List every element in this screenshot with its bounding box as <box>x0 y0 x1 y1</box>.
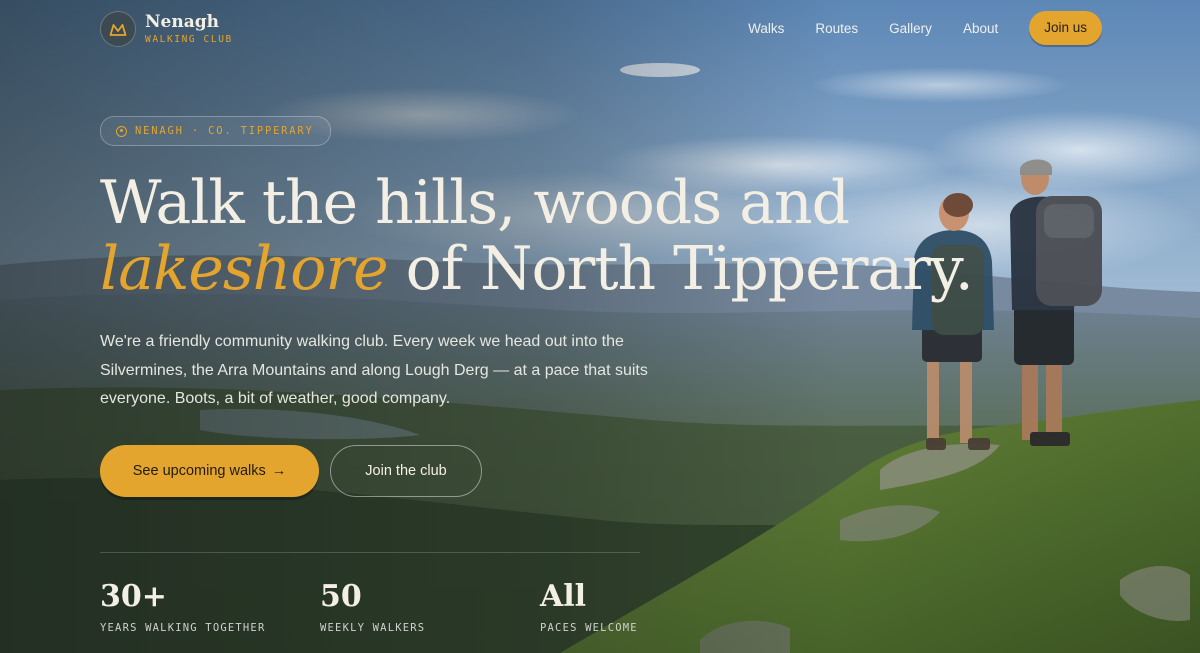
hero-lead: We're a friendly community walking club.… <box>100 333 648 407</box>
secondary-button-label: Join the club <box>365 463 447 479</box>
stats-divider <box>100 552 640 553</box>
brand-name: Nenagh <box>145 11 219 32</box>
headline-rest: of North Tipperary. <box>387 234 974 304</box>
hero-overlay <box>0 0 1200 653</box>
stat-value: All <box>540 579 587 614</box>
stat-label: YEARS WALKING TOGETHER <box>100 622 266 634</box>
brand-logo[interactable]: Nenagh WALKING CLUB <box>100 11 233 47</box>
nav-item-routes[interactable]: Routes <box>815 21 858 36</box>
eyebrow-text: NENAGH · CO. TIPPERARY <box>135 125 314 137</box>
join-us-button[interactable]: Join us <box>1029 11 1102 45</box>
headline-accent: lakeshore <box>100 234 389 304</box>
stat-label: WEEKLY WALKERS <box>320 622 426 634</box>
main-nav: Walks Routes Gallery About Join us <box>748 11 1102 45</box>
location-pin-icon <box>116 125 127 137</box>
stat-value: 50 <box>320 579 362 614</box>
mountain-icon <box>100 11 136 47</box>
stat-walkers: 50 WEEKLY WALKERS <box>320 579 426 635</box>
nav-item-gallery[interactable]: Gallery <box>889 21 932 36</box>
stat-value: 30+ <box>100 579 167 614</box>
brand-subtitle: WALKING CLUB <box>145 33 233 45</box>
see-upcoming-walks-button[interactable]: See upcoming walks → <box>100 445 319 497</box>
headline-line-1: Walk the hills, woods and <box>100 168 850 238</box>
primary-button-label: See upcoming walks <box>132 463 266 479</box>
stat-paces: All PACES WELCOME <box>540 579 638 635</box>
join-the-club-button[interactable]: Join the club <box>330 445 482 497</box>
nav-item-walks[interactable]: Walks <box>748 21 784 36</box>
stat-years: 30+ YEARS WALKING TOGETHER <box>100 579 266 635</box>
hero-headline: Walk the hills, woods and lakeshore of N… <box>100 168 974 304</box>
nav-item-about[interactable]: About <box>963 21 998 36</box>
stat-label: PACES WELCOME <box>540 622 638 634</box>
location-eyebrow: NENAGH · CO. TIPPERARY <box>100 116 331 146</box>
arrow-right-icon: → <box>271 463 287 479</box>
